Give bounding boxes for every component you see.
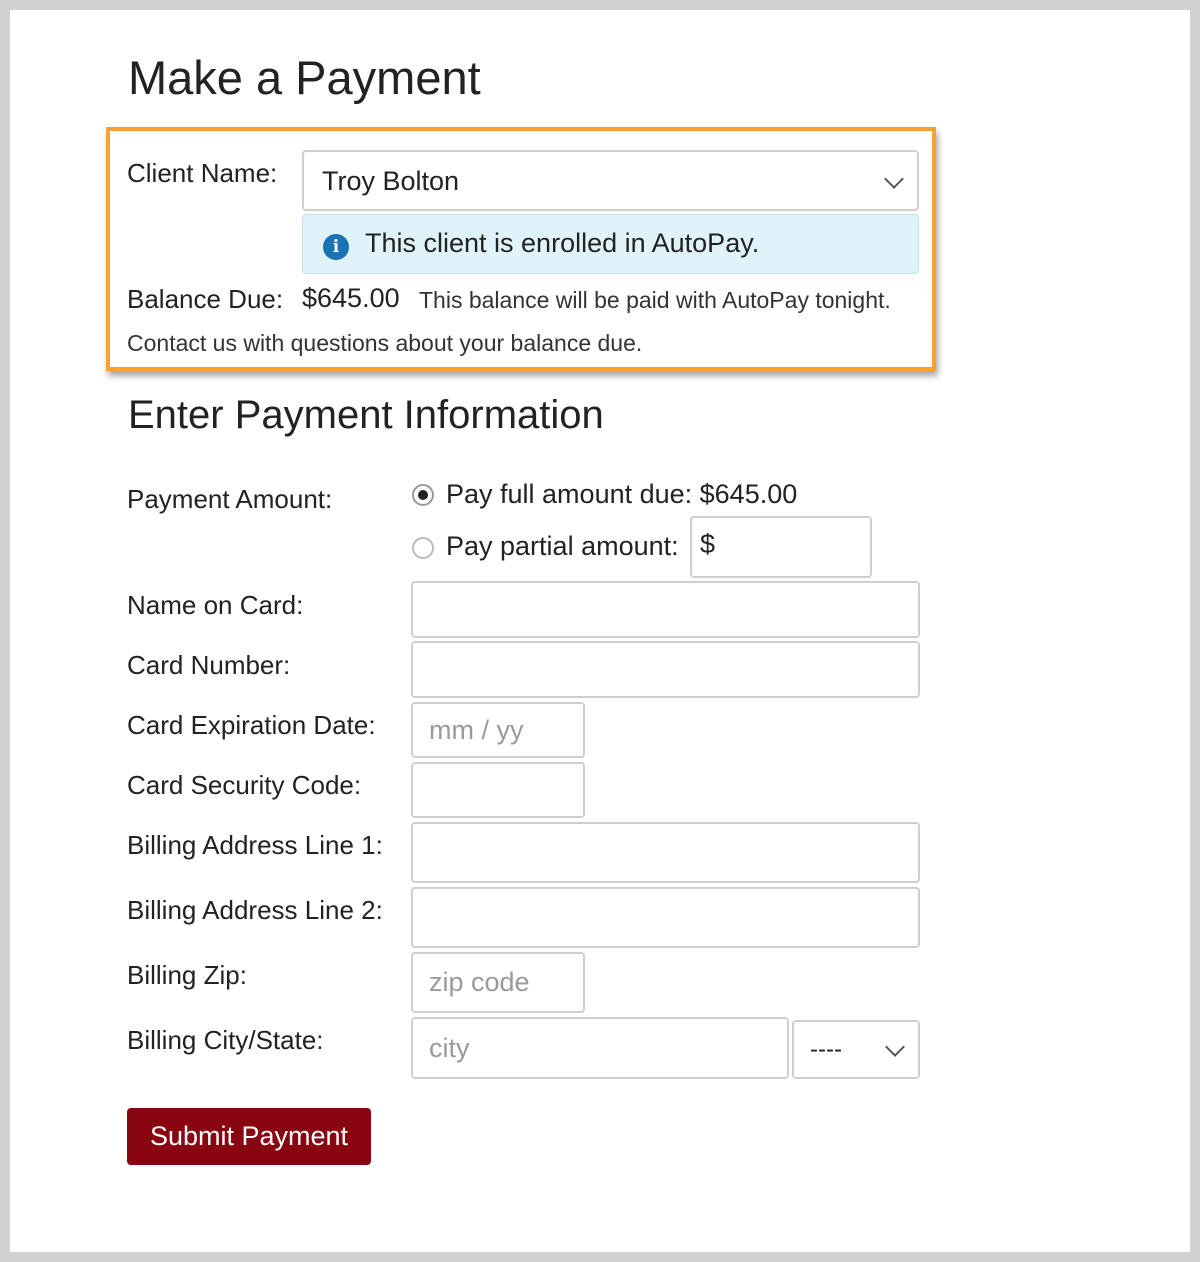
- address-line-1-label: Billing Address Line 1:: [127, 830, 383, 860]
- info-icon: i: [323, 234, 349, 260]
- autopay-info-alert: i This client is enrolled in AutoPay.: [302, 214, 919, 274]
- autopay-note: This balance will be paid with AutoPay t…: [419, 287, 891, 313]
- billing-zip-label: Billing Zip:: [127, 960, 247, 990]
- billing-zip-input[interactable]: [411, 952, 585, 1013]
- address-line-2-label: Billing Address Line 2:: [127, 895, 383, 925]
- billing-state-select[interactable]: ----: [792, 1020, 920, 1079]
- pay-full-radio[interactable]: [412, 484, 434, 506]
- pay-partial-label[interactable]: Pay partial amount:: [446, 531, 679, 562]
- partial-amount-input[interactable]: [690, 516, 872, 578]
- name-on-card-input[interactable]: [411, 581, 920, 638]
- section-title: Enter Payment Information: [128, 393, 604, 437]
- expiration-date-label: Card Expiration Date:: [127, 710, 376, 740]
- submit-payment-button[interactable]: Submit Payment: [127, 1108, 371, 1165]
- currency-symbol: $: [700, 529, 716, 559]
- card-number-label: Card Number:: [127, 650, 291, 680]
- address-line-2-input[interactable]: [411, 887, 920, 948]
- billing-city-input[interactable]: [411, 1017, 789, 1079]
- name-on-card-label: Name on Card:: [127, 590, 304, 620]
- payment-amount-label: Payment Amount:: [127, 484, 333, 514]
- client-name-label: Client Name:: [127, 158, 278, 188]
- expiration-date-input[interactable]: [411, 702, 585, 758]
- balance-due-label: Balance Due:: [127, 284, 284, 314]
- pay-partial-radio[interactable]: [412, 537, 434, 559]
- security-code-label: Card Security Code:: [127, 770, 362, 800]
- address-line-1-input[interactable]: [411, 822, 920, 883]
- chevron-down-icon: [885, 1037, 905, 1057]
- client-name-value: Troy Bolton: [322, 166, 460, 196]
- billing-state-value: ----: [810, 1036, 842, 1063]
- autopay-info-text: This client is enrolled in AutoPay.: [365, 228, 760, 258]
- pay-full-label[interactable]: Pay full amount due: $645.00: [446, 479, 797, 510]
- security-code-input[interactable]: [411, 762, 585, 818]
- city-state-label: Billing City/State:: [127, 1025, 324, 1055]
- client-name-select[interactable]: Troy Bolton: [302, 150, 919, 211]
- card-number-input[interactable]: [411, 641, 920, 698]
- page-title: Make a Payment: [128, 51, 481, 104]
- balance-due-value: $645.00: [302, 283, 400, 313]
- chevron-down-icon: [884, 169, 904, 189]
- contact-note: Contact us with questions about your bal…: [127, 330, 643, 356]
